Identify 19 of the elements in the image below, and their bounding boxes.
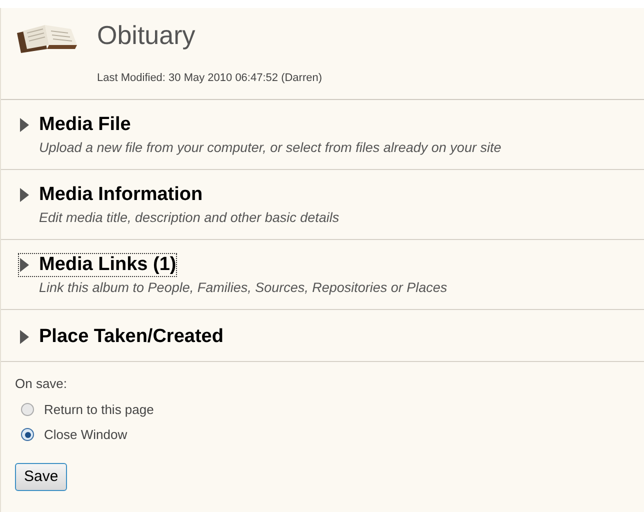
section-description: Upload a new file from your computer, or select from files already on your site — [39, 140, 502, 155]
save-button[interactable]: Save — [15, 462, 68, 491]
caret-right-icon — [19, 330, 29, 344]
caret-right-icon — [19, 188, 29, 202]
radio-option[interactable]: Close Window — [21, 425, 644, 444]
page-title: Obituary — [97, 19, 196, 52]
radio-button[interactable] — [21, 428, 34, 442]
on-save-label: On save: — [15, 376, 68, 391]
radio-option[interactable]: Return to this page — [21, 400, 644, 419]
section-toggle[interactable]: Media Links (1) — [19, 254, 176, 276]
caret-right-icon — [19, 258, 29, 272]
section-toggle[interactable]: Media Information — [19, 184, 203, 206]
section-toggle[interactable]: Media File — [19, 114, 131, 136]
last-modified-text: Last Modified: 30 May 2010 06:47:52 (Darren) — [97, 72, 322, 84]
radio-button[interactable] — [21, 402, 34, 416]
caret-right-icon — [19, 118, 29, 132]
section-description: Edit media title, description and other basic details — [39, 210, 340, 225]
section-description: Link this album to People, Families, Sources, Repositories or Places — [39, 280, 448, 295]
section-toggle[interactable]: Place Taken/Created — [19, 326, 224, 348]
